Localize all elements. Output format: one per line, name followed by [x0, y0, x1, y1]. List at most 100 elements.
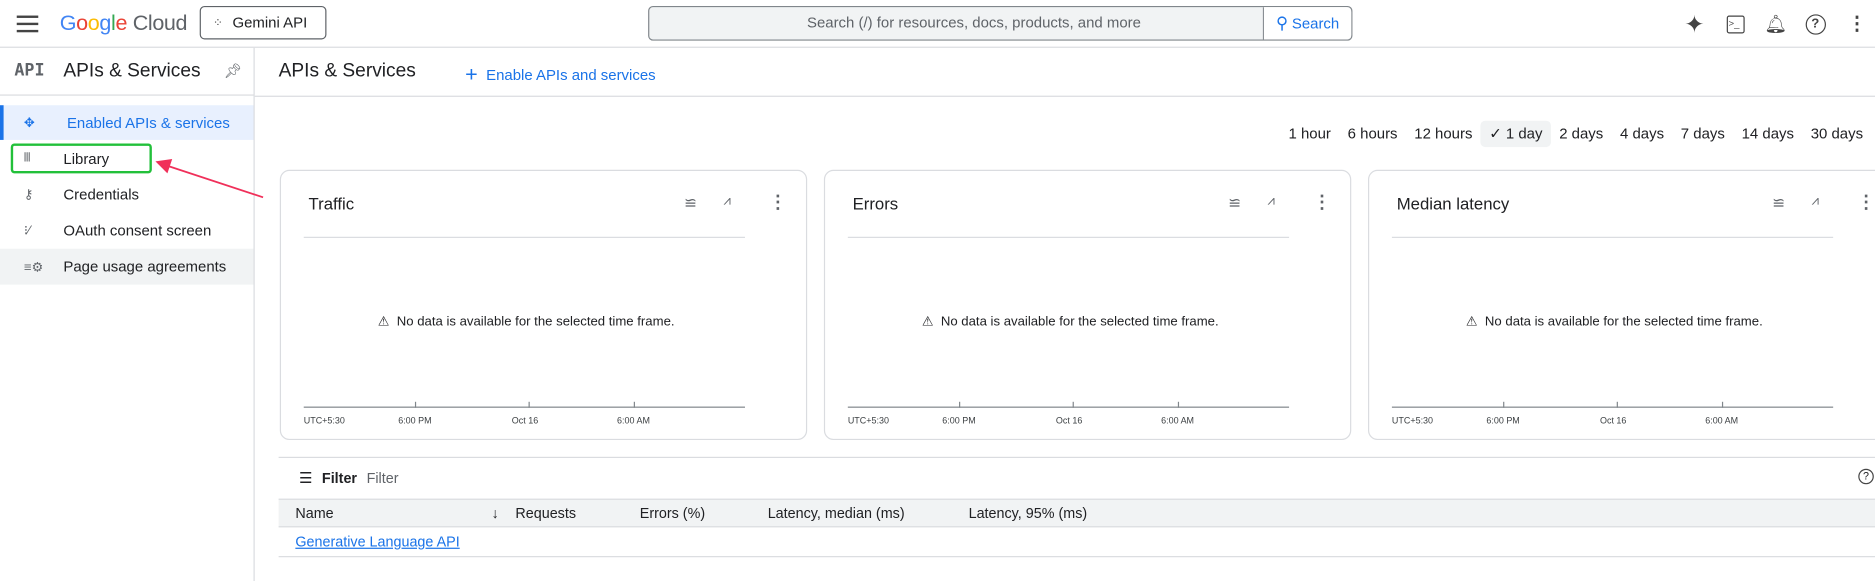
range-30-days[interactable]: 30 days	[1802, 121, 1871, 147]
sidebar-item-label: OAuth consent screen	[63, 221, 212, 239]
notifications-bell-icon[interactable]: 🔔︎	[1763, 11, 1789, 37]
sidebar-item-oauth-consent[interactable]: ⁝⁄ OAuth consent screen	[0, 213, 254, 248]
help-icon[interactable]: ?	[1802, 11, 1828, 37]
card-more-icon[interactable]: ⋮	[1857, 191, 1875, 213]
x-tick	[1177, 401, 1180, 408]
no-data-text: No data is available for the selected ti…	[396, 313, 675, 329]
card-divider	[1391, 236, 1834, 238]
pin-icon[interactable]: 📌︎	[224, 62, 242, 79]
google-cloud-logo[interactable]: Google Cloud	[60, 11, 188, 36]
median-latency-card: Median latency ≌ ⩘ ⋮ ⚠ No data is availab…	[1367, 169, 1875, 441]
header-divider	[254, 95, 1875, 97]
range-4-days[interactable]: 4 days	[1612, 121, 1673, 147]
x-tick-label: Oct 16	[1599, 414, 1627, 426]
search-button[interactable]: ⚲ Search	[1262, 7, 1352, 40]
sidebar-item-enabled-apis[interactable]: ✥ Enabled APIs & services	[0, 105, 254, 140]
check-icon: ✓	[1489, 125, 1506, 143]
sort-desc-icon[interactable]: ↓	[491, 505, 498, 522]
traffic-card: Traffic ≌ ⩘ ⋮ ⚠ No data is available for …	[279, 169, 808, 441]
card-more-icon[interactable]: ⋮	[769, 191, 787, 213]
range-1-day[interactable]: ✓ 1 day	[1480, 120, 1551, 148]
search-input[interactable]: Search (/) for resources, docs, products…	[649, 7, 1262, 39]
warning-icon: ⚠	[921, 314, 934, 329]
no-data-message: ⚠ No data is available for the selected t…	[825, 313, 1315, 329]
card-title: Median latency	[1396, 193, 1510, 213]
more-options-icon[interactable]: ⋮	[1844, 11, 1870, 37]
no-data-message: ⚠ No data is available for the selected t…	[281, 313, 771, 329]
x-tick-label: Oct 16	[511, 414, 539, 426]
enabled-apis-icon: ✥	[23, 115, 35, 131]
column-latency-95[interactable]: Latency, 95% (ms)	[969, 505, 1088, 522]
x-tick-label: UTC+5:30	[303, 414, 345, 426]
legend-toggle-icon[interactable]: ≌	[1228, 194, 1241, 213]
column-latency-median[interactable]: Latency, median (ms)	[768, 505, 905, 522]
project-picker[interactable]: ⁘ Gemini API	[199, 5, 327, 40]
x-tick-label: 6:00 AM	[1161, 414, 1195, 426]
plus-icon: +	[465, 62, 478, 87]
filter-bar[interactable]: ☰ Filter Filter	[298, 469, 399, 487]
x-axis	[303, 406, 745, 408]
range-1-hour[interactable]: 1 hour	[1280, 121, 1339, 147]
x-tick	[414, 401, 417, 408]
column-help-icon[interactable]: ?	[1858, 468, 1874, 485]
legend-toggle-icon[interactable]: ≌	[1772, 194, 1785, 213]
explore-chart-icon[interactable]: ⩘	[1812, 194, 1819, 210]
sidebar-title: APIs & Services	[63, 60, 201, 82]
warning-icon: ⚠	[1465, 314, 1478, 329]
project-name: Gemini API	[232, 14, 308, 32]
filter-input[interactable]: Filter	[367, 469, 399, 486]
search-bar[interactable]: Search (/) for resources, docs, products…	[648, 5, 1353, 41]
card-divider	[847, 236, 1290, 238]
column-name[interactable]: Name	[295, 505, 333, 522]
no-data-text: No data is available for the selected ti…	[940, 313, 1219, 329]
project-icon: ⁘	[212, 16, 223, 30]
top-bar: Google Cloud ⁘ Gemini API Search (/) for…	[0, 0, 1875, 48]
range-7-days[interactable]: 7 days	[1672, 121, 1733, 147]
x-tick-label: 6:00 PM	[398, 414, 432, 426]
sidebar-item-label: Credentials	[63, 185, 139, 203]
sidebar-header: API APIs & Services 📌︎	[0, 48, 254, 96]
gemini-sparkle-icon[interactable]: ✦	[1681, 11, 1707, 37]
terminal-icon[interactable]: >_	[1722, 11, 1748, 37]
api-badge-icon: API	[14, 60, 45, 81]
enable-apis-label: Enable APIs and services	[486, 66, 656, 84]
range-6-hours[interactable]: 6 hours	[1339, 121, 1406, 147]
api-name-link[interactable]: Generative Language API	[295, 533, 459, 550]
card-title: Traffic	[308, 193, 355, 213]
warning-icon: ⚠	[377, 314, 390, 329]
x-tick	[959, 401, 961, 408]
explore-chart-icon[interactable]: ⩘	[723, 194, 730, 210]
x-tick	[528, 401, 530, 408]
time-range-selector: 1 hour 6 hours 12 hours ✓ 1 day 2 days 4…	[1280, 120, 1871, 148]
x-axis	[1391, 406, 1834, 408]
sidebar-item-page-usage[interactable]: ≡⚙ Page usage agreements	[0, 248, 254, 285]
table-row: Generative Language API	[278, 527, 1875, 558]
x-tick-label: UTC+5:30	[847, 414, 889, 426]
filter-label: Filter	[321, 469, 358, 487]
explore-chart-icon[interactable]: ⩘	[1268, 194, 1275, 210]
x-tick-label: 6:00 PM	[1486, 414, 1520, 426]
x-tick-label: Oct 16	[1055, 414, 1083, 426]
sidebar-item-label: Enabled APIs & services	[66, 114, 230, 131]
range-14-days[interactable]: 14 days	[1733, 121, 1802, 147]
legend-toggle-icon[interactable]: ≌	[684, 194, 697, 213]
column-errors[interactable]: Errors (%)	[640, 505, 705, 522]
column-requests[interactable]: Requests	[515, 505, 576, 522]
errors-card: Errors ≌ ⩘ ⋮ ⚠ No data is available for t…	[823, 169, 1352, 441]
search-icon: ⚲	[1275, 13, 1289, 33]
card-more-icon[interactable]: ⋮	[1313, 191, 1331, 213]
no-data-message: ⚠ No data is available for the selected t…	[1369, 313, 1859, 329]
x-tick-label: UTC+5:30	[1391, 414, 1434, 426]
range-2-days[interactable]: 2 days	[1551, 121, 1612, 147]
settings-list-icon: ≡⚙	[23, 260, 44, 275]
filter-icon: ☰	[298, 469, 313, 487]
oauth-icon: ⁝⁄	[23, 223, 31, 238]
menu-icon[interactable]	[16, 12, 39, 34]
enable-apis-button[interactable]: + Enable APIs and services	[465, 62, 655, 87]
range-12-hours[interactable]: 12 hours	[1406, 121, 1481, 147]
x-tick	[1721, 401, 1724, 408]
x-tick-label: 6:00 PM	[942, 414, 976, 426]
x-tick	[1503, 401, 1505, 408]
range-label: 1 day	[1505, 125, 1543, 143]
table-header: Name ↓ Requests Errors (%) Latency, medi…	[278, 498, 1875, 528]
